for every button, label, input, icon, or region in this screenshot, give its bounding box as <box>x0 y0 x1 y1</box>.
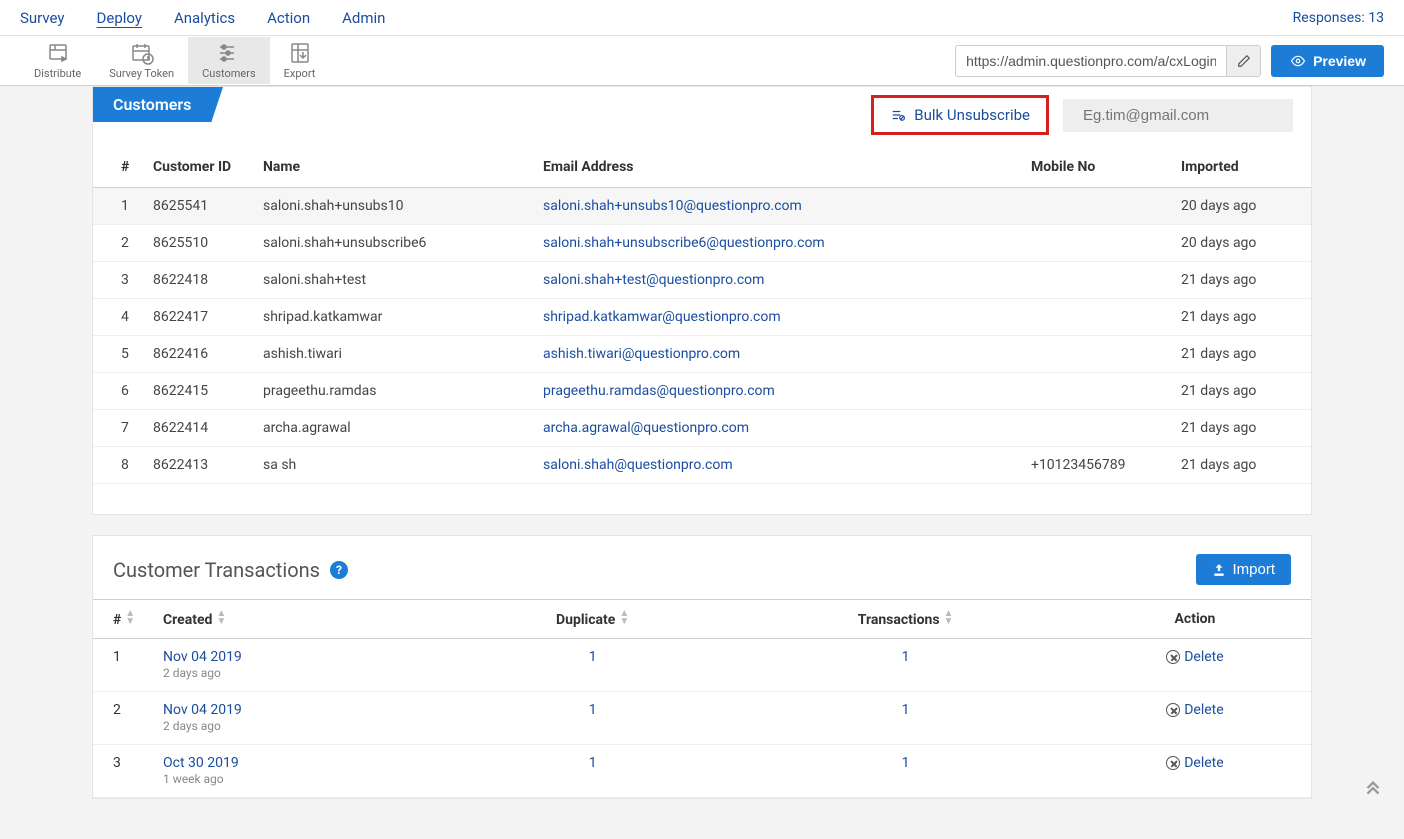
duplicate-count[interactable]: 1 <box>453 745 732 798</box>
subnav-export[interactable]: Export <box>270 37 330 84</box>
col-customer-id: Customer ID <box>143 147 253 188</box>
url-input-group <box>955 45 1261 77</box>
close-icon <box>1166 650 1180 664</box>
help-icon[interactable]: ? <box>330 561 348 579</box>
email-link[interactable]: shripad.katkamwar@questionpro.com <box>543 309 781 325</box>
top-nav: Survey Deploy Analytics Action Admin <box>20 1 385 35</box>
customers-icon <box>215 41 243 65</box>
distribute-icon <box>44 41 72 65</box>
transaction-date-link[interactable]: Nov 04 2019 <box>163 702 443 718</box>
sort-icon: ▲▼ <box>944 610 954 626</box>
delete-link[interactable]: Delete <box>1184 755 1223 771</box>
email-link[interactable]: prageethu.ramdas@questionpro.com <box>543 383 775 399</box>
subnav-customers[interactable]: Customers <box>188 37 270 84</box>
customers-table: #Customer IDNameEmail AddressMobile NoIm… <box>93 147 1311 484</box>
nav-admin[interactable]: Admin <box>342 1 385 35</box>
delete-link[interactable]: Delete <box>1184 649 1223 665</box>
table-row[interactable]: 58622416ashish.tiwariashish.tiwari@quest… <box>93 336 1311 373</box>
col-action: Action <box>1079 600 1311 639</box>
sort-icon: ▲▼ <box>619 610 629 626</box>
sub-nav: DistributeSurvey TokenCustomersExport <box>20 37 329 84</box>
sort-icon: ▲▼ <box>125 610 135 626</box>
col-created[interactable]: Created▲▼ <box>153 600 453 639</box>
col--: # <box>93 147 143 188</box>
customer-search[interactable] <box>1063 99 1293 132</box>
customers-tab: Customers <box>93 87 211 122</box>
preview-button[interactable]: Preview <box>1271 45 1384 77</box>
sort-icon: ▲▼ <box>216 610 226 626</box>
table-row[interactable]: 88622413sa shsaloni.shah@questionpro.com… <box>93 447 1311 484</box>
transaction-date-link[interactable]: Nov 04 2019 <box>163 649 443 665</box>
col-imported: Imported <box>1171 147 1311 188</box>
email-link[interactable]: archa.agrawal@questionpro.com <box>543 420 749 436</box>
table-row: 3Oct 30 20191 week ago11Delete <box>93 745 1311 798</box>
table-row[interactable]: 18625541saloni.shah+unsubs10saloni.shah+… <box>93 188 1311 225</box>
table-row[interactable]: 28625510saloni.shah+unsubscribe6saloni.s… <box>93 225 1311 262</box>
unsubscribe-icon <box>890 108 906 122</box>
subnav-survey-token[interactable]: Survey Token <box>95 37 188 84</box>
transactions-table: #▲▼Created▲▼Duplicate▲▼Transactions▲▼Act… <box>93 599 1311 798</box>
import-label: Import <box>1232 561 1275 578</box>
nav-deploy[interactable]: Deploy <box>97 1 142 35</box>
delete-link[interactable]: Delete <box>1184 702 1223 718</box>
table-row[interactable]: 38622418saloni.shah+testsaloni.shah+test… <box>93 262 1311 299</box>
import-button[interactable]: Import <box>1196 554 1291 585</box>
transaction-date-link[interactable]: Oct 30 2019 <box>163 755 443 771</box>
upload-icon <box>1212 563 1226 577</box>
pencil-icon <box>1237 54 1251 68</box>
table-row: 1Nov 04 20192 days ago11Delete <box>93 639 1311 692</box>
email-link[interactable]: saloni.shah+test@questionpro.com <box>543 272 764 288</box>
nav-survey[interactable]: Survey <box>20 1 65 35</box>
nav-analytics[interactable]: Analytics <box>174 1 235 35</box>
table-row[interactable]: 78622414archa.agrawalarcha.agrawal@quest… <box>93 410 1311 447</box>
transactions-title: Customer Transactions ? <box>113 558 348 582</box>
table-row[interactable]: 68622415prageethu.ramdasprageethu.ramdas… <box>93 373 1311 410</box>
preview-label: Preview <box>1313 53 1366 69</box>
edit-url-button[interactable] <box>1226 46 1260 76</box>
col-mobile-no: Mobile No <box>1021 147 1171 188</box>
eye-icon <box>1289 54 1307 68</box>
survey-token-icon <box>128 41 156 65</box>
transaction-count[interactable]: 1 <box>732 692 1079 745</box>
responses-count[interactable]: Responses: 13 <box>1293 10 1384 26</box>
table-row: 2Nov 04 20192 days ago11Delete <box>93 692 1311 745</box>
duplicate-count[interactable]: 1 <box>453 639 732 692</box>
col--[interactable]: #▲▼ <box>93 600 153 639</box>
col-transactions[interactable]: Transactions▲▼ <box>732 600 1079 639</box>
customer-search-input[interactable] <box>1083 107 1282 124</box>
email-link[interactable]: saloni.shah@questionpro.com <box>543 457 733 473</box>
close-icon <box>1166 703 1180 717</box>
url-input[interactable] <box>956 46 1226 76</box>
duplicate-count[interactable]: 1 <box>453 692 732 745</box>
col-email-address: Email Address <box>533 147 1021 188</box>
chevron-double-up-icon <box>1362 778 1384 800</box>
nav-action[interactable]: Action <box>267 1 310 35</box>
email-link[interactable]: saloni.shah+unsubscribe6@questionpro.com <box>543 235 825 251</box>
close-icon <box>1166 756 1180 770</box>
scroll-to-top-button[interactable] <box>1362 778 1384 804</box>
transaction-count[interactable]: 1 <box>732 639 1079 692</box>
col-name: Name <box>253 147 533 188</box>
subnav-distribute[interactable]: Distribute <box>20 37 95 84</box>
email-link[interactable]: ashish.tiwari@questionpro.com <box>543 346 740 362</box>
bulk-unsubscribe-label: Bulk Unsubscribe <box>914 106 1030 124</box>
table-row[interactable]: 48622417shripad.katkamwarshripad.katkamw… <box>93 299 1311 336</box>
email-link[interactable]: saloni.shah+unsubs10@questionpro.com <box>543 198 802 214</box>
transaction-count[interactable]: 1 <box>732 745 1079 798</box>
bulk-unsubscribe-button[interactable]: Bulk Unsubscribe <box>871 95 1049 135</box>
export-icon <box>286 41 314 65</box>
col-duplicate[interactable]: Duplicate▲▼ <box>453 600 732 639</box>
